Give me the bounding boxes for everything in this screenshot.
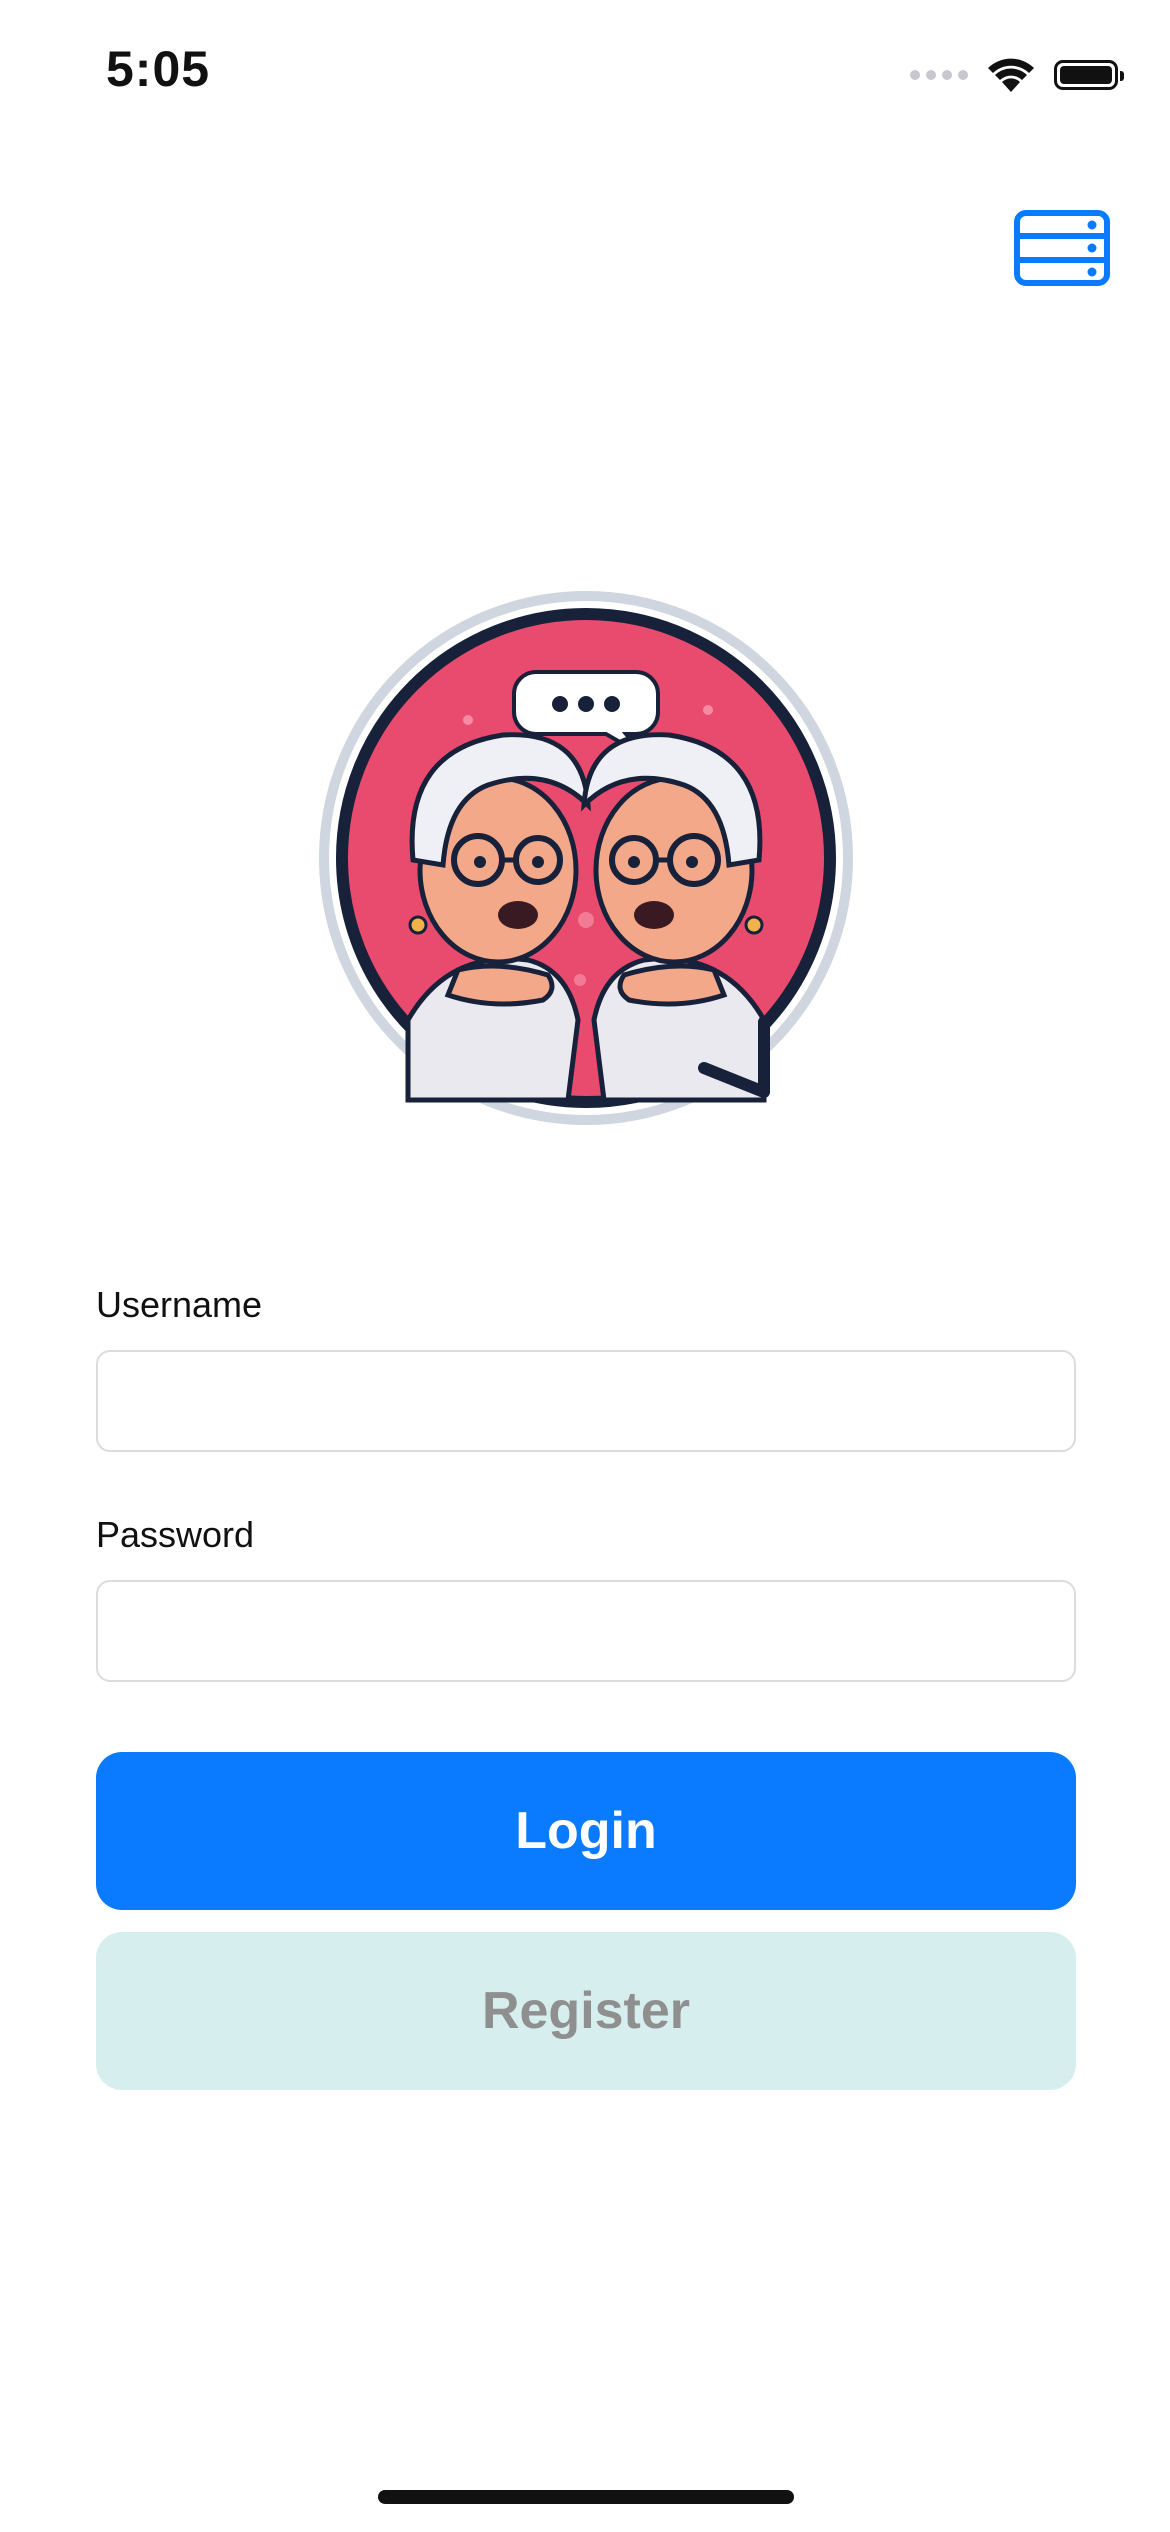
server-icon — [1014, 210, 1110, 286]
cellular-signal-icon — [910, 70, 968, 80]
register-button[interactable]: Register — [96, 1932, 1076, 2090]
username-input[interactable] — [96, 1350, 1076, 1452]
server-settings-button[interactable] — [1014, 210, 1110, 286]
wifi-icon — [988, 58, 1034, 92]
password-label: Password — [96, 1514, 255, 1555]
username-label: Username — [96, 1284, 263, 1325]
status-time: 5:05 — [106, 41, 211, 97]
battery-icon — [1054, 60, 1124, 90]
app-logo — [318, 590, 854, 1126]
home-indicator — [378, 2490, 794, 2504]
login-button[interactable]: Login — [96, 1752, 1076, 1910]
password-input[interactable] — [96, 1580, 1076, 1682]
status-icons — [910, 52, 1124, 98]
